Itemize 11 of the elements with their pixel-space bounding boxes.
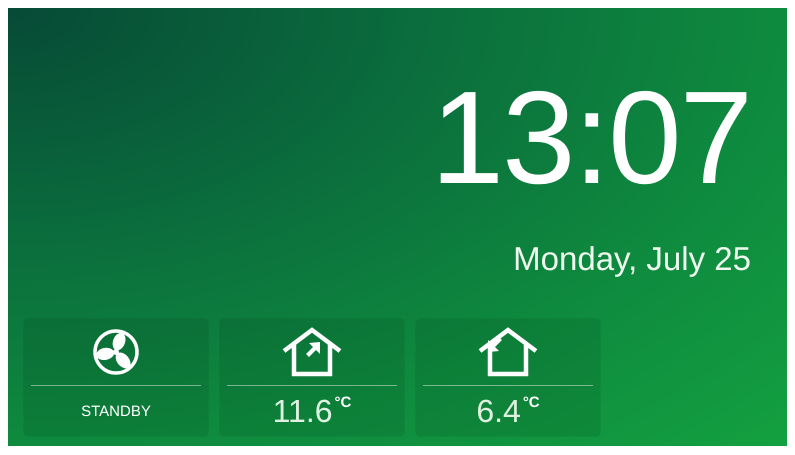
fan-icon <box>93 329 139 375</box>
house-arrow-icon <box>280 326 344 378</box>
house-arrow-icon <box>476 326 540 378</box>
clock-date: Monday, July 25 <box>513 240 751 278</box>
temperature-unit: °C <box>334 394 352 411</box>
mode-label: STANDBY <box>81 402 151 420</box>
clock-time: 13:07 <box>430 72 751 204</box>
temperature-value: 6.4 <box>476 392 521 430</box>
temperature-unit: °C <box>522 394 540 411</box>
temperature-value: 11.6 <box>272 392 333 430</box>
fan-mode-tile[interactable]: STANDBY <box>24 319 208 436</box>
